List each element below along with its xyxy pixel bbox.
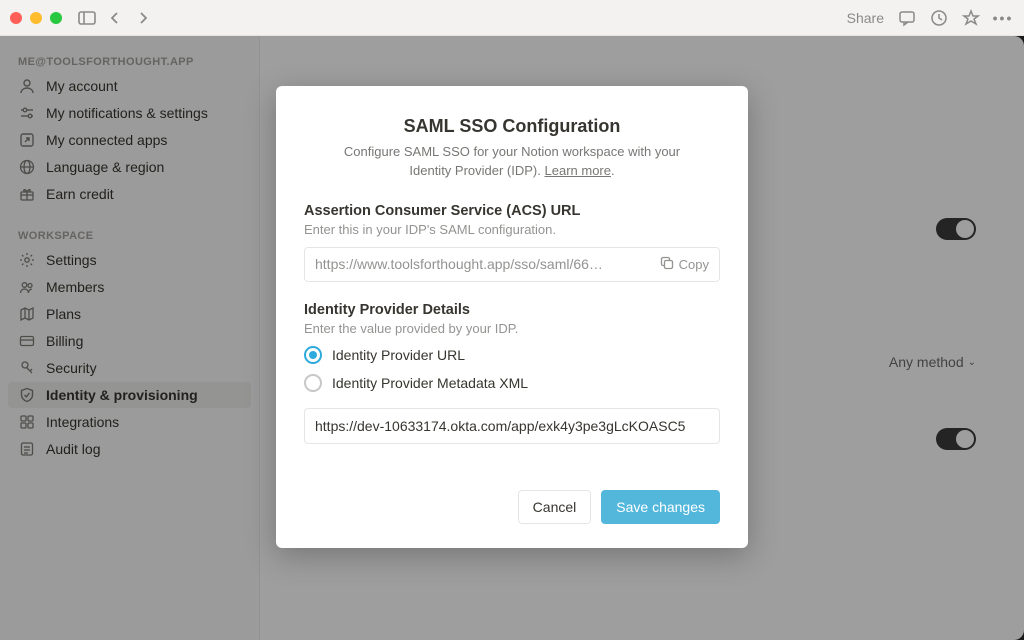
modal-title: SAML SSO Configuration bbox=[304, 116, 720, 137]
share-button[interactable]: Share bbox=[847, 10, 884, 26]
radio-icon bbox=[304, 374, 322, 392]
radio-icon bbox=[304, 346, 322, 364]
save-changes-button[interactable]: Save changes bbox=[601, 490, 720, 524]
favorite-icon[interactable] bbox=[962, 9, 980, 27]
saml-sso-modal: SAML SSO Configuration Configure SAML SS… bbox=[276, 86, 748, 548]
nav-forward-icon[interactable] bbox=[134, 9, 152, 27]
window-close-button[interactable] bbox=[10, 12, 22, 24]
idp-url-input[interactable] bbox=[304, 408, 720, 444]
modal-subtitle: Configure SAML SSO for your Notion works… bbox=[328, 143, 696, 181]
acs-url-value: https://www.toolsforthought.app/sso/saml… bbox=[315, 256, 652, 272]
acs-url-field: https://www.toolsforthought.app/sso/saml… bbox=[304, 247, 720, 282]
acs-section-title: Assertion Consumer Service (ACS) URL bbox=[304, 203, 720, 219]
window-zoom-button[interactable] bbox=[50, 12, 62, 24]
updates-icon[interactable] bbox=[930, 9, 948, 27]
radio-label: Identity Provider URL bbox=[332, 347, 465, 363]
copy-icon bbox=[660, 256, 674, 273]
idp-section-title: Identity Provider Details bbox=[304, 302, 720, 318]
learn-more-link[interactable]: Learn more bbox=[545, 163, 611, 178]
copy-button[interactable]: Copy bbox=[660, 256, 709, 273]
acs-section-desc: Enter this in your IDP's SAML configurat… bbox=[304, 222, 720, 237]
app-window: ME@TOOLSFORTHOUGHT.APP My account My not… bbox=[0, 36, 1024, 640]
sidebar-toggle-icon[interactable] bbox=[78, 9, 96, 27]
nav-back-icon[interactable] bbox=[106, 9, 124, 27]
radio-idp-url[interactable]: Identity Provider URL bbox=[304, 346, 720, 364]
window-titlebar: Share ••• bbox=[0, 0, 1024, 36]
modal-overlay[interactable]: SAML SSO Configuration Configure SAML SS… bbox=[0, 36, 1024, 640]
more-icon[interactable]: ••• bbox=[994, 9, 1012, 27]
radio-idp-metadata-xml[interactable]: Identity Provider Metadata XML bbox=[304, 374, 720, 392]
idp-section-desc: Enter the value provided by your IDP. bbox=[304, 321, 720, 336]
window-minimize-button[interactable] bbox=[30, 12, 42, 24]
cancel-button[interactable]: Cancel bbox=[518, 490, 592, 524]
comments-icon[interactable] bbox=[898, 9, 916, 27]
radio-label: Identity Provider Metadata XML bbox=[332, 375, 528, 391]
